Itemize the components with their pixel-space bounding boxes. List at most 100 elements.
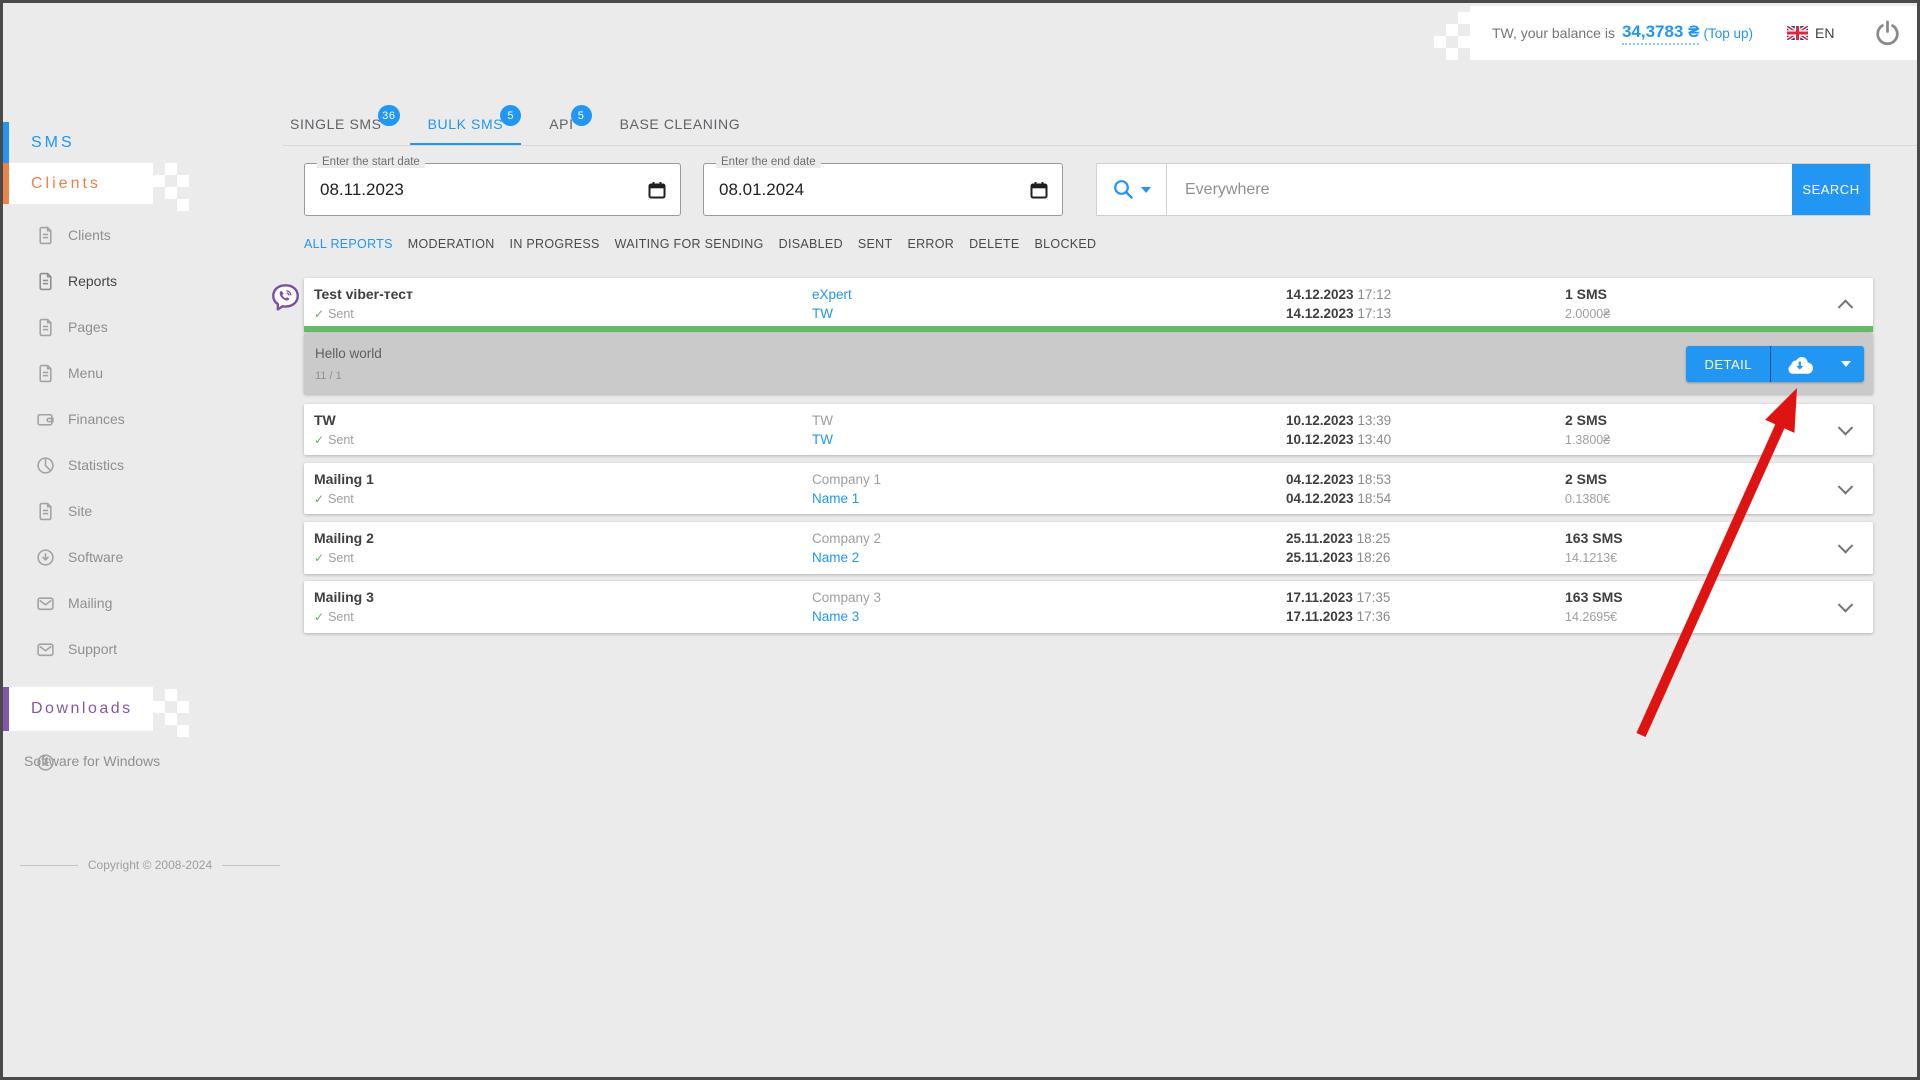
download-icon: [36, 753, 55, 772]
sender-name: TW: [812, 411, 833, 430]
document-icon: [36, 226, 55, 245]
power-icon[interactable]: [1874, 20, 1901, 47]
sms-count: 2 SMS: [1565, 470, 1610, 489]
status-tab-blocked[interactable]: BLOCKED: [1035, 237, 1097, 251]
status-tab-error[interactable]: ERROR: [907, 237, 954, 251]
balance-value[interactable]: 34,3783 ₴: [1622, 22, 1700, 45]
tab-badge: 36: [378, 105, 399, 126]
detail-button-group: DETAIL: [1686, 346, 1864, 382]
report-row[interactable]: Mailing 2 ✓Sent Company 2 Name 2 25.11.2…: [304, 522, 1873, 574]
envelope-icon: [36, 594, 55, 613]
start-date-input[interactable]: [305, 164, 680, 215]
sender-link[interactable]: Name 3: [812, 607, 881, 626]
sidebar-section-clients-label: Clients: [31, 175, 101, 193]
sidebar-item-software[interactable]: Software: [3, 534, 233, 580]
sms-cost: 1.3800₴: [1565, 431, 1610, 449]
tab-label: BASE CLEANING: [620, 116, 741, 132]
check-icon: ✓: [314, 610, 324, 624]
report-name: TW: [314, 411, 354, 430]
sender-link[interactable]: Name 2: [812, 548, 881, 567]
report-row[interactable]: Mailing 3 ✓Sent Company 3 Name 3 17.11.2…: [304, 581, 1873, 633]
sidebar-item-clients[interactable]: Clients: [3, 212, 233, 258]
status-filter-tabs: ALL REPORTS MODERATION IN PROGRESS WAITI…: [304, 237, 1096, 251]
chevron-down-icon: [1841, 361, 1851, 367]
search-input[interactable]: [1167, 164, 1792, 215]
report-dates-cell: 14.12.2023 17:12 14.12.2023 17:13: [1286, 285, 1391, 323]
status-tab-all-reports[interactable]: ALL REPORTS: [304, 237, 393, 251]
sidebar-item-pages[interactable]: Pages: [3, 304, 233, 350]
sidebar-item-menu[interactable]: Menu: [3, 350, 233, 396]
download-options-dropdown[interactable]: [1828, 346, 1864, 382]
copyright: Copyright © 2008-2024: [20, 858, 280, 872]
chevron-down-icon: [1141, 187, 1151, 193]
sms-count: 2 SMS: [1565, 411, 1610, 430]
sidebar-item-reports[interactable]: Reports: [3, 258, 233, 304]
tab-single-sms[interactable]: SINGLE SMS 36: [288, 116, 384, 146]
top-up-link[interactable]: (Top up): [1703, 26, 1753, 41]
sidebar-item-site[interactable]: Site: [3, 488, 233, 534]
calendar-icon[interactable]: [648, 181, 666, 199]
sidebar-item-label: Clients: [68, 227, 111, 243]
sender-link[interactable]: eXpert: [812, 285, 852, 304]
sidebar-item-support[interactable]: Support: [3, 626, 233, 672]
divider: [20, 865, 78, 866]
sidebar-item-finances[interactable]: Finances: [3, 396, 233, 442]
tab-base-cleaning[interactable]: BASE CLEANING: [618, 116, 743, 146]
chevron-down-icon[interactable]: [1838, 538, 1854, 554]
report-status: ✓Sent: [314, 549, 374, 567]
cloud-download-icon: [1786, 354, 1813, 374]
uk-flag-icon: [1787, 26, 1808, 40]
sidebar-item-software-for-windows[interactable]: Software for Windows: [3, 748, 193, 774]
chevron-down-icon[interactable]: [1838, 597, 1854, 613]
sidebar-item-mailing[interactable]: Mailing: [3, 580, 233, 626]
sidebar-section-downloads[interactable]: Downloads: [3, 687, 153, 731]
sidebar-section-clients[interactable]: Clients: [3, 163, 153, 204]
report-name: Mailing 2: [314, 529, 374, 548]
expanded-report-panel: Hello world 11 / 1 DETAIL: [304, 334, 1873, 394]
end-date-input[interactable]: [704, 164, 1062, 215]
sender-link[interactable]: TW: [812, 304, 852, 323]
sidebar-section-sms[interactable]: SMS: [3, 122, 153, 163]
chevron-down-icon[interactable]: [1838, 479, 1854, 495]
document-icon: [36, 502, 55, 521]
sidebar-menu: Clients Reports Pages Menu Finances Stat…: [3, 212, 233, 672]
tab-bulk-sms[interactable]: BULK SMS 5: [426, 116, 506, 146]
download-icon: [36, 548, 55, 567]
report-status: ✓Sent: [314, 431, 354, 449]
chevron-down-icon[interactable]: [1838, 420, 1854, 436]
report-name-cell: Test viber-тест ✓Sent: [314, 285, 413, 323]
sidebar-item-statistics[interactable]: Statistics: [3, 442, 233, 488]
sidebar-item-label: Mailing: [68, 595, 112, 611]
topbar: TW, your balance is 34,3783 ₴ (Top up) E…: [1470, 6, 1917, 60]
status-tab-sent[interactable]: SENT: [858, 237, 893, 251]
status-tab-in-progress[interactable]: IN PROGRESS: [510, 237, 600, 251]
cloud-download-button[interactable]: [1771, 346, 1828, 382]
report-row[interactable]: Test viber-тест ✓Sent eXpert TW 14.12.20…: [304, 278, 1873, 332]
calendar-icon[interactable]: [1030, 181, 1048, 199]
divider: [283, 145, 1917, 146]
report-row[interactable]: Mailing 1 ✓Sent Company 1 Name 1 04.12.2…: [304, 463, 1873, 514]
search-button[interactable]: SEARCH: [1792, 164, 1870, 215]
sender-link[interactable]: TW: [812, 430, 833, 449]
report-status: ✓Sent: [314, 608, 374, 626]
search-scope-dropdown[interactable]: [1097, 164, 1167, 215]
sms-cost: 2.0000₴: [1565, 305, 1610, 323]
status-tab-waiting-for-sending[interactable]: WAITING FOR SENDING: [615, 237, 764, 251]
sms-cost: 0.1380€: [1565, 490, 1610, 508]
report-row[interactable]: TW ✓Sent TW TW 10.12.2023 13:39 10.12.20…: [304, 404, 1873, 455]
sender-name: Company 1: [812, 470, 881, 489]
status-tab-delete[interactable]: DELETE: [969, 237, 1019, 251]
message-text: Hello world: [315, 346, 382, 361]
status-tab-disabled[interactable]: DISABLED: [779, 237, 843, 251]
report-name: Test viber-тест: [314, 285, 413, 304]
language-selector[interactable]: EN: [1787, 25, 1834, 41]
check-icon: ✓: [314, 433, 324, 447]
tab-api[interactable]: API 5: [547, 116, 575, 146]
status-tab-moderation[interactable]: MODERATION: [408, 237, 495, 251]
chevron-up-icon[interactable]: [1838, 299, 1854, 315]
wallet-icon: [36, 410, 55, 429]
report-type-tabs: SINGLE SMS 36 BULK SMS 5 API 5 BASE CLEA…: [288, 102, 742, 146]
sender-link[interactable]: Name 1: [812, 489, 881, 508]
detail-button[interactable]: DETAIL: [1686, 346, 1770, 382]
tab-label: SINGLE SMS: [290, 116, 382, 132]
